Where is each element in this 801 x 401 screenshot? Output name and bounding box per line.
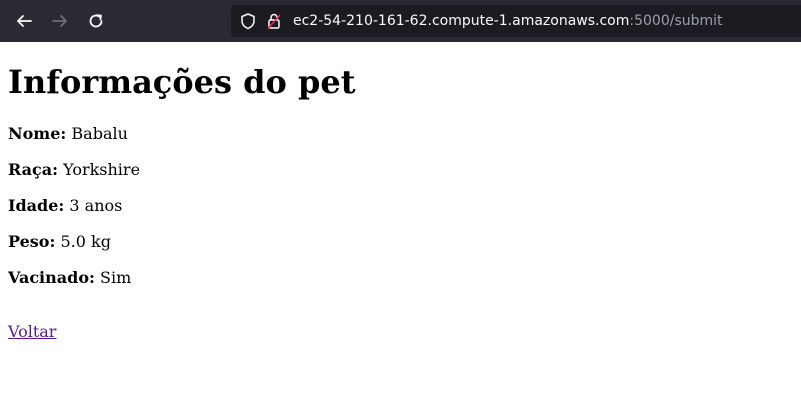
reload-button[interactable]: [82, 7, 110, 35]
address-bar[interactable]: ec2-54-210-161-62.compute-1.amazonaws.co…: [231, 5, 801, 37]
page-title: Informações do pet: [8, 63, 356, 101]
field-value: Babalu: [71, 124, 128, 143]
field-value: Sim: [100, 268, 132, 287]
arrow-left-icon: [17, 15, 32, 27]
field-label: Raça:: [8, 160, 59, 179]
page-content: Informações do pet Nome: Babalu Raça: Yo…: [0, 42, 801, 401]
back-button[interactable]: [10, 7, 38, 35]
url-host: ec2-54-210-161-62.compute-1.amazonaws.co…: [293, 13, 630, 29]
url-path: :5000/submit: [629, 13, 723, 29]
arrow-right-icon: [52, 15, 67, 27]
url-text[interactable]: ec2-54-210-161-62.compute-1.amazonaws.co…: [293, 5, 723, 37]
field-peso: Peso: 5.0 kg: [8, 232, 111, 252]
field-vacinado: Vacinado: Sim: [8, 268, 131, 288]
field-value: Yorkshire: [63, 160, 141, 179]
shield-icon[interactable]: [239, 12, 257, 30]
forward-button[interactable]: [46, 7, 74, 35]
field-value: 5.0 kg: [60, 232, 111, 251]
reload-icon: [89, 14, 103, 28]
field-label: Peso:: [8, 232, 56, 251]
field-nome: Nome: Babalu: [8, 124, 128, 144]
field-raca: Raça: Yorkshire: [8, 160, 140, 180]
browser-toolbar: ec2-54-210-161-62.compute-1.amazonaws.co…: [0, 0, 801, 42]
field-label: Idade:: [8, 196, 65, 215]
back-link[interactable]: Voltar: [8, 322, 56, 342]
field-idade: Idade: 3 anos: [8, 196, 122, 216]
lock-icon[interactable]: [265, 12, 283, 30]
field-label: Vacinado:: [8, 268, 95, 287]
field-value: 3 anos: [69, 196, 123, 215]
field-label: Nome:: [8, 124, 67, 143]
